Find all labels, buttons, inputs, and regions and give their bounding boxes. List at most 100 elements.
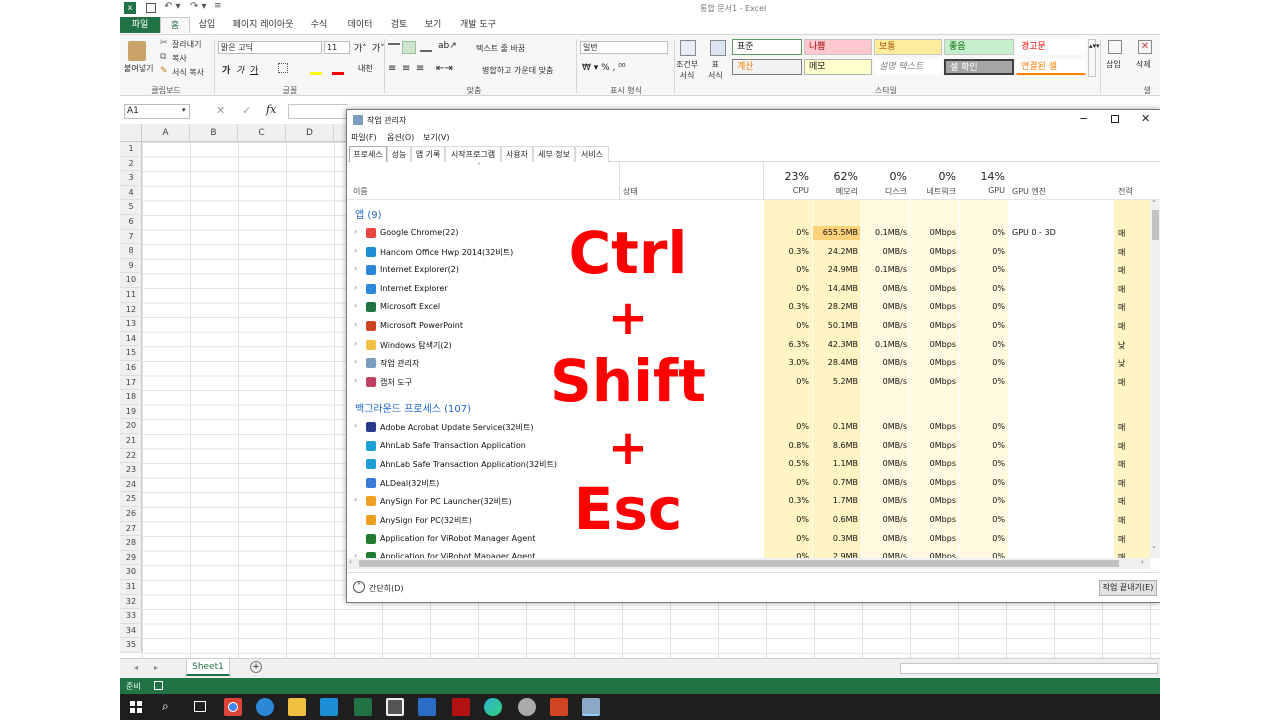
enter-icon[interactable]: ✓	[242, 104, 251, 117]
header-memory[interactable]: 메모리	[813, 186, 858, 197]
row-header[interactable]: 35	[120, 638, 142, 653]
expand-chevron-icon[interactable]: ›	[354, 283, 357, 292]
orientation-icon[interactable]: ab↗	[438, 41, 457, 51]
tab-developer[interactable]: 개발 도구	[454, 17, 502, 33]
fewer-details-button[interactable]: 간단히(D)	[369, 583, 403, 594]
save-icon[interactable]	[146, 3, 156, 13]
horizontal-scrollbar[interactable]	[900, 663, 1158, 674]
end-task-button[interactable]: 작업 끝내기(E)	[1099, 580, 1157, 596]
edge-icon[interactable]	[256, 698, 274, 716]
row-header[interactable]: 4	[120, 186, 142, 201]
group-background[interactable]: 백그라운드 프로세스 (107)	[355, 400, 471, 415]
task-manager-taskbar-icon[interactable]	[582, 698, 600, 716]
minimize-icon[interactable]: −	[1079, 112, 1088, 125]
style-linked-cell[interactable]: 연결된 셀	[1016, 59, 1086, 75]
scroll-up-icon[interactable]: ˄	[1152, 200, 1156, 208]
process-row[interactable]: AhnLab Safe Transaction Application 0.8% 8…	[347, 437, 1147, 456]
paste-icon[interactable]	[128, 41, 146, 61]
merge-center-button[interactable]: 병합하고 가운데 맞춤	[482, 65, 553, 76]
style-bad[interactable]: 나쁨	[804, 39, 872, 55]
namebox-dropdown-icon[interactable]: ▾	[182, 106, 186, 114]
row-header[interactable]: 11	[120, 288, 142, 303]
column-header[interactable]: B	[190, 124, 238, 142]
tab-startup[interactable]: 시작프로그램	[445, 146, 501, 162]
header-disk[interactable]: 디스크	[862, 186, 907, 197]
snipping-tool-icon[interactable]	[518, 698, 536, 716]
process-row[interactable]: › AnySign For PC Launcher(32비트) 0.3% 1.7MB 0…	[347, 492, 1147, 511]
align-right-icon[interactable]: ≡	[416, 63, 424, 74]
delete-cells-icon[interactable]: ✕	[1138, 40, 1152, 54]
font-size-select[interactable]: 11	[324, 41, 350, 54]
sheet-tab[interactable]: Sheet1	[186, 659, 230, 676]
hwp-icon[interactable]	[320, 698, 338, 716]
close-icon[interactable]: ✕	[1141, 112, 1150, 125]
header-gpu[interactable]: GPU	[960, 186, 1005, 195]
expand-chevron-icon[interactable]: ›	[354, 339, 357, 348]
phonetic-icon[interactable]: 내천	[358, 63, 373, 74]
name-box[interactable]: A1	[124, 104, 190, 119]
row-header[interactable]: 22	[120, 449, 142, 464]
style-note[interactable]: 메모	[804, 59, 872, 75]
store-icon[interactable]	[386, 698, 404, 716]
row-header[interactable]: 17	[120, 376, 142, 391]
expand-chevron-icon[interactable]: ›	[354, 301, 357, 310]
format-painter-button[interactable]: 서식 복사	[172, 67, 204, 78]
align-bottom-icon[interactable]	[420, 43, 432, 52]
macro-record-icon[interactable]	[154, 681, 163, 690]
style-neutral[interactable]: 보통	[874, 39, 942, 55]
process-row[interactable]: › Adobe Acrobat Update Service(32비트) 0% 0.1…	[347, 418, 1147, 437]
italic-icon[interactable]: 가	[236, 63, 244, 76]
expand-chevron-icon[interactable]: ›	[354, 246, 357, 255]
menu-file[interactable]: 파일(F)	[351, 132, 377, 143]
delete-cells-button[interactable]: 삭제	[1136, 59, 1151, 70]
tab-page-layout[interactable]: 페이지 레이아웃	[228, 17, 298, 33]
fewer-details-icon[interactable]: ˄	[353, 581, 365, 593]
expand-chevron-icon[interactable]: ›	[354, 495, 357, 504]
edge-chromium-icon[interactable]	[484, 698, 502, 716]
add-sheet-icon[interactable]: +	[250, 661, 262, 673]
cpu-percent[interactable]: 23%	[764, 170, 809, 183]
row-header[interactable]: 3	[120, 171, 142, 186]
header-power[interactable]: 전력	[1118, 186, 1148, 197]
row-header[interactable]: 18	[120, 390, 142, 405]
header-name[interactable]: 이름	[353, 186, 368, 197]
undo-icon[interactable]: ↶ ▾	[164, 1, 181, 12]
prev-sheet-icon[interactable]: ◂	[134, 663, 138, 672]
row-header[interactable]: 34	[120, 624, 142, 639]
menu-options[interactable]: 옵션(O)	[387, 132, 414, 143]
currency-icon[interactable]: ₩ ▾ % , ⁰⁰	[582, 63, 626, 73]
process-row[interactable]: › Windows 탐색기(2) 6.3% 42.3MB 0.1MB/s 0Mbps 0% 낮	[347, 336, 1147, 355]
indent-icon[interactable]: ⇤⇥	[436, 63, 453, 74]
style-calculation[interactable]: 계산	[732, 59, 802, 75]
style-explanatory[interactable]: 설명 텍스트	[874, 59, 942, 75]
customize-qat-icon[interactable]: ≡	[214, 1, 222, 11]
process-row[interactable]: AnySign For PC(32비트) 0% 0.6MB 0MB/s 0Mbps 0% 매	[347, 511, 1147, 530]
network-percent[interactable]: 0%	[911, 170, 956, 183]
conditional-format-button[interactable]: 조건부 서식	[676, 59, 698, 81]
process-row[interactable]: › Hancom Office Hwp 2014(32비트) 0.3% 24.2MB 0…	[347, 243, 1147, 262]
row-header[interactable]: 6	[120, 215, 142, 230]
scroll-thumb[interactable]	[1152, 210, 1159, 240]
scroll-thumb-h[interactable]	[359, 560, 1119, 567]
header-gpu-engine[interactable]: GPU 엔진	[1012, 186, 1046, 197]
menu-view[interactable]: 보기(V)	[423, 132, 449, 143]
tab-details[interactable]: 세부 정보	[533, 146, 575, 162]
powerpoint-icon[interactable]	[550, 698, 568, 716]
shrink-font-icon[interactable]: 가˅	[372, 41, 385, 54]
row-header[interactable]: 28	[120, 536, 142, 551]
excel-taskbar-icon[interactable]	[354, 698, 372, 716]
memory-percent[interactable]: 62%	[813, 170, 858, 183]
align-middle-icon[interactable]	[402, 41, 416, 54]
cancel-icon[interactable]: ✕	[216, 104, 225, 117]
row-header[interactable]: 7	[120, 230, 142, 245]
wrap-text-button[interactable]: 텍스트 줄 바꿈	[476, 43, 525, 54]
row-header[interactable]: 5	[120, 200, 142, 215]
font-color-icon[interactable]	[332, 72, 344, 75]
style-warning[interactable]: 경고문	[1016, 39, 1086, 55]
row-header[interactable]: 15	[120, 346, 142, 361]
expand-chevron-icon[interactable]: ›	[354, 227, 357, 236]
style-normal[interactable]: 표준	[732, 39, 802, 55]
mail-icon[interactable]	[418, 698, 436, 716]
row-header[interactable]: 20	[120, 419, 142, 434]
vertical-scrollbar[interactable]: ˄ ˅	[1150, 200, 1160, 558]
